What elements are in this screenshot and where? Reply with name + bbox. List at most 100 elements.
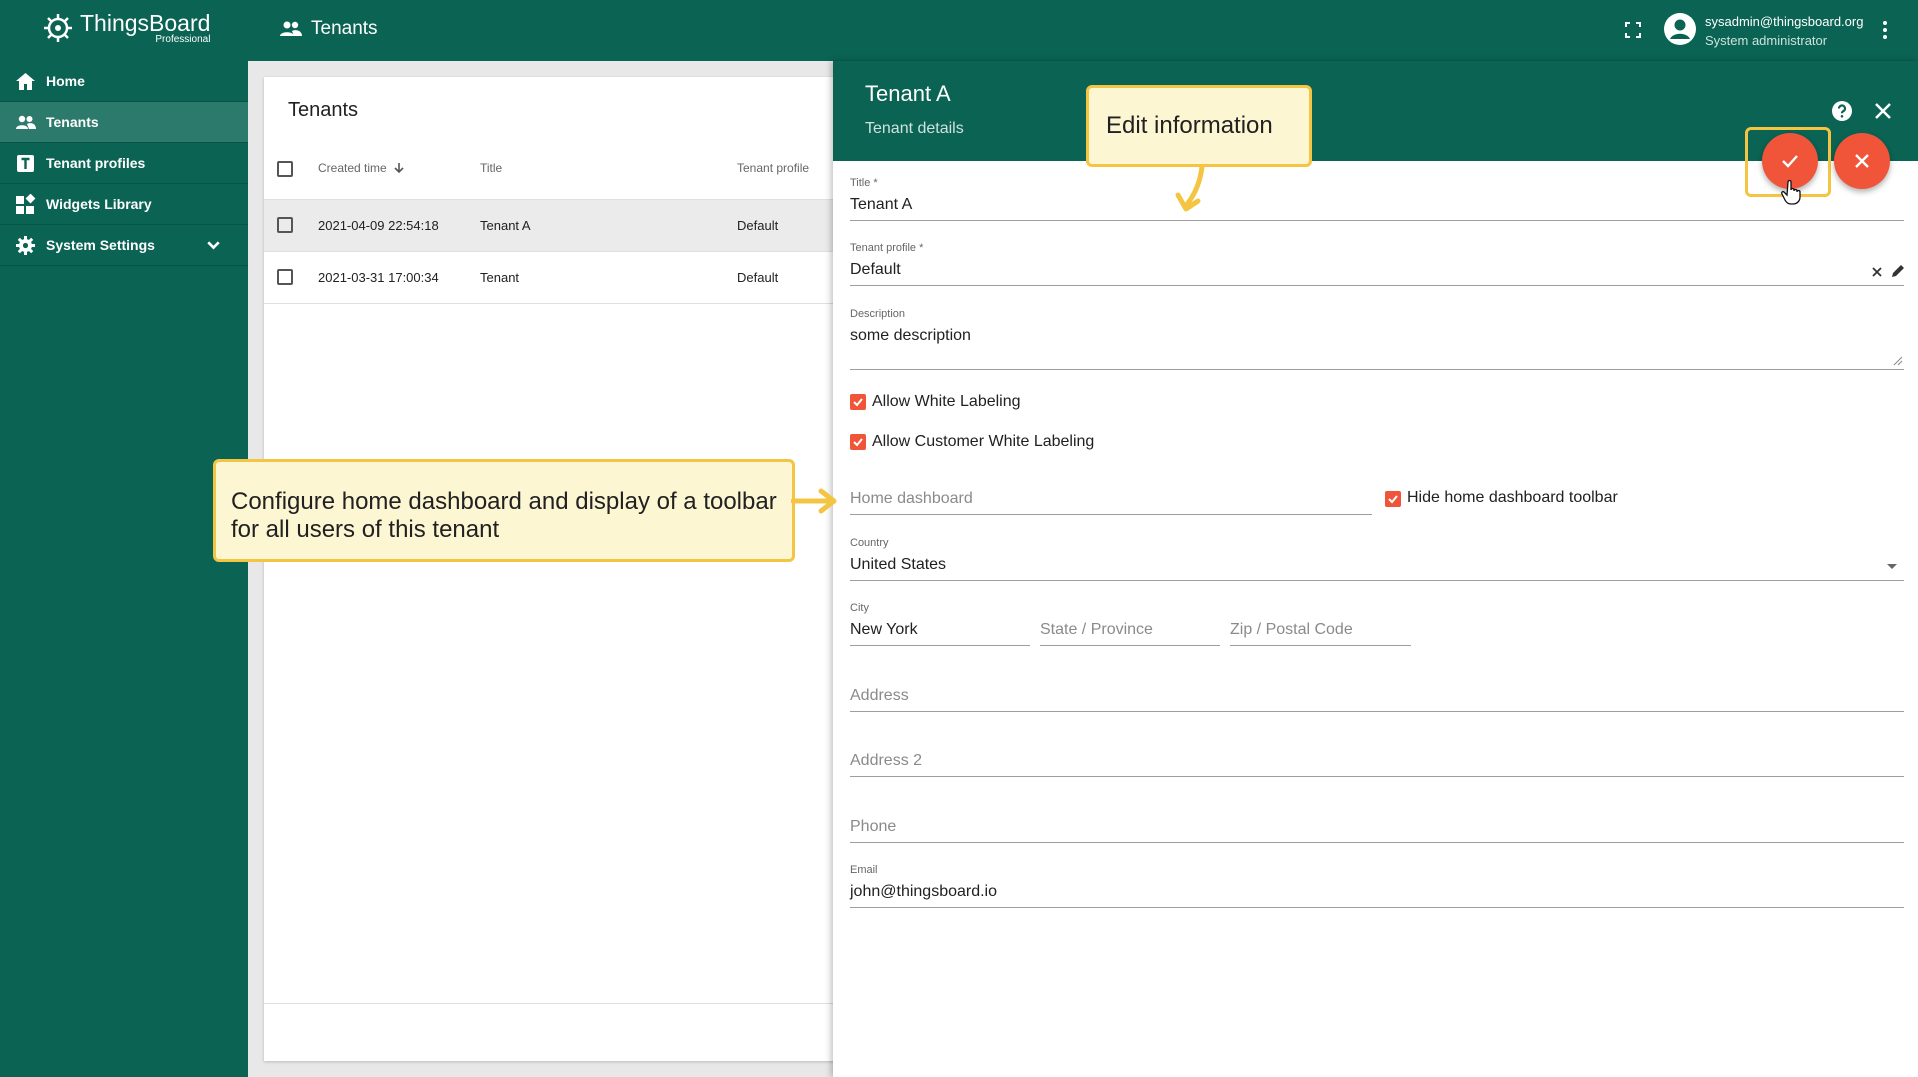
- details-subtitle: Tenant details: [865, 120, 964, 137]
- tenant-profile-label: Tenant profile *: [850, 242, 924, 254]
- address-field[interactable]: Address: [850, 684, 1904, 712]
- dropdown-arrow-icon: [1887, 564, 1897, 569]
- column-header-title[interactable]: Title: [480, 161, 502, 175]
- allow-white-labeling-label[interactable]: Allow White Labeling: [872, 393, 1021, 411]
- check-icon: [1782, 155, 1798, 168]
- home-icon: [16, 72, 35, 90]
- country-label: Country: [850, 537, 889, 549]
- callout-text-line-2: for all users of this tenant: [231, 516, 500, 543]
- help-icon[interactable]: [1830, 99, 1854, 123]
- sidebar-item-label: System Settings: [46, 237, 155, 253]
- close-icon: [1855, 154, 1869, 168]
- paginator-divider: [264, 1003, 844, 1004]
- phone-placeholder: Phone: [850, 818, 897, 835]
- sidebar-item-label: Tenants: [46, 114, 99, 130]
- cell-tenant-profile: Default: [737, 270, 779, 285]
- arrow-down-icon: [394, 163, 404, 174]
- hide-home-dashboard-toolbar-checkbox[interactable]: [1385, 491, 1401, 507]
- zip-postal-code-field[interactable]: Zip / Postal Code: [1230, 600, 1411, 646]
- table-row[interactable]: 2021-03-31 17:00:34 Tenant Default: [264, 252, 844, 304]
- cell-created-time: 2021-04-09 22:54:18: [318, 218, 439, 233]
- country-select[interactable]: Country United States: [850, 535, 1904, 581]
- home-dashboard-placeholder: Home dashboard: [850, 490, 973, 507]
- tenant-details-panel: Tenant A Tenant details Title * Tenant A…: [833, 61, 1918, 1077]
- table-row[interactable]: 2021-04-09 22:54:18 Tenant A Default: [264, 200, 844, 252]
- home-dashboard-callout: Configure home dashboard and display of …: [213, 459, 795, 562]
- check-icon: [853, 438, 863, 447]
- check-icon: [853, 398, 863, 407]
- row-checkbox[interactable]: [277, 269, 293, 285]
- cell-title: Tenant: [480, 270, 520, 285]
- title-label: Title *: [850, 177, 878, 189]
- app-logo[interactable]: ThingsBoard Professional: [40, 10, 210, 46]
- more-vert-icon[interactable]: [1873, 18, 1897, 42]
- account-icon[interactable]: [1663, 12, 1697, 46]
- check-icon: [1388, 495, 1398, 504]
- user-info[interactable]: sysadmin@thingsboard.org System administ…: [1705, 12, 1863, 50]
- column-header-tenant-profile[interactable]: Tenant profile: [737, 161, 809, 175]
- callout-arrow-icon: [1175, 165, 1205, 212]
- tenants-list-panel: Tenants Created time Title Tenant profil…: [264, 77, 844, 1061]
- title-value: Tenant A: [850, 196, 913, 213]
- tenant-profile-field[interactable]: Tenant profile * Default: [850, 240, 1904, 286]
- email-value: john@thingsboard.io: [850, 883, 998, 900]
- city-field[interactable]: City New York: [850, 600, 1030, 646]
- tenants-icon: [16, 115, 36, 129]
- callout-text-line-1: Configure home dashboard and display of …: [231, 488, 777, 515]
- country-value: United States: [850, 556, 947, 573]
- tenant-profile-value: Default: [850, 261, 901, 278]
- cell-title: Tenant A: [480, 218, 531, 233]
- zip-postal-code-placeholder: Zip / Postal Code: [1230, 621, 1353, 638]
- city-label: City: [850, 602, 869, 614]
- email-label: Email: [850, 864, 878, 876]
- column-header-label: Created time: [318, 161, 387, 175]
- description-field[interactable]: Description some description: [850, 306, 1904, 370]
- callout-text: Edit information: [1106, 112, 1273, 139]
- edit-icon[interactable]: [1890, 263, 1906, 279]
- sidebar-item-tenant-profiles[interactable]: Tenant profiles: [0, 143, 248, 184]
- address2-field[interactable]: Address 2: [850, 749, 1904, 777]
- clear-icon[interactable]: [1870, 265, 1884, 279]
- phone-field[interactable]: Phone: [850, 815, 1904, 843]
- sidebar-item-system-settings[interactable]: System Settings: [0, 225, 248, 266]
- edit-information-callout: Edit information: [1086, 85, 1312, 167]
- sidebar-item-widgets-library[interactable]: Widgets Library: [0, 184, 248, 225]
- thingsboard-logo-icon: [44, 14, 72, 42]
- cell-tenant-profile: Default: [737, 218, 779, 233]
- resize-handle-icon[interactable]: [1893, 356, 1903, 366]
- sidebar-item-tenants[interactable]: Tenants: [0, 102, 248, 143]
- description-value: some description: [850, 327, 971, 344]
- sidebar-item-label: Tenant profiles: [46, 155, 146, 171]
- sidebar-item-label: Home: [46, 73, 85, 89]
- user-role: System administrator: [1705, 33, 1828, 48]
- callout-arrow-icon: [791, 488, 837, 514]
- state-province-field[interactable]: State / Province: [1040, 600, 1220, 646]
- city-value: New York: [850, 621, 918, 638]
- address-placeholder: Address: [850, 687, 909, 704]
- home-dashboard-field[interactable]: Home dashboard: [850, 484, 1372, 515]
- cell-created-time: 2021-03-31 17:00:34: [318, 270, 439, 285]
- allow-customer-white-labeling-checkbox[interactable]: [850, 434, 866, 450]
- top-bar: ThingsBoard Professional Tenants sysadmi…: [0, 0, 1918, 61]
- allow-white-labeling-checkbox[interactable]: [850, 394, 866, 410]
- list-title: Tenants: [288, 99, 359, 121]
- allow-customer-white-labeling-label[interactable]: Allow Customer White Labeling: [872, 433, 1094, 451]
- row-checkbox[interactable]: [277, 217, 293, 233]
- sidebar: Home Tenants Tenant profiles Widgets Lib…: [0, 61, 248, 1077]
- close-icon[interactable]: [1871, 99, 1895, 123]
- logo-name: ThingsBoard: [80, 10, 211, 36]
- description-label: Description: [850, 308, 906, 320]
- column-header-created-time[interactable]: Created time: [318, 161, 406, 175]
- fullscreen-icon[interactable]: [1623, 20, 1643, 40]
- address2-placeholder: Address 2: [850, 752, 923, 769]
- sidebar-item-home[interactable]: Home: [0, 61, 248, 102]
- select-all-checkbox[interactable]: [277, 161, 293, 177]
- page-title: Tenants: [280, 18, 378, 40]
- user-email: sysadmin@thingsboard.org: [1705, 14, 1864, 29]
- sidebar-item-label: Widgets Library: [46, 196, 152, 212]
- hide-home-dashboard-toolbar-label[interactable]: Hide home dashboard toolbar: [1407, 489, 1618, 507]
- title-field[interactable]: Title * Tenant A: [850, 175, 1904, 221]
- email-field[interactable]: Email john@thingsboard.io: [850, 862, 1904, 908]
- chevron-down-icon[interactable]: [203, 235, 224, 256]
- page-title-text: Tenants: [311, 18, 378, 39]
